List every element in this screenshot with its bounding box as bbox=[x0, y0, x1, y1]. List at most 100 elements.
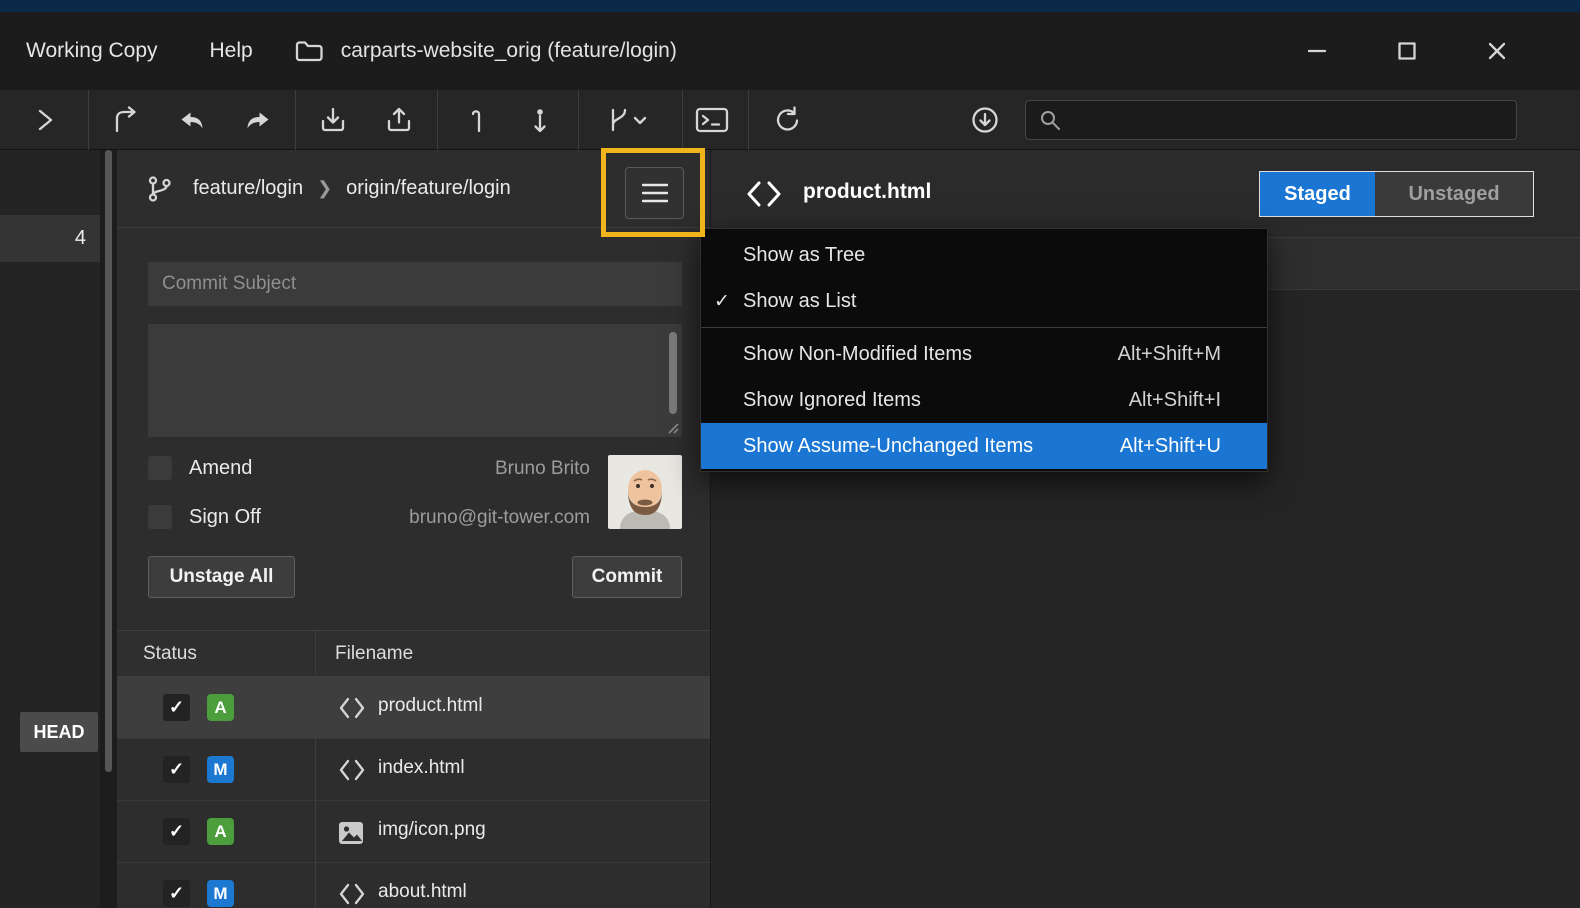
toolbar-separator bbox=[682, 90, 683, 150]
menu-shortcut: Alt+Shift+U bbox=[1120, 435, 1221, 458]
minimize-icon[interactable] bbox=[1294, 28, 1340, 74]
toolbar bbox=[0, 90, 1580, 150]
commit-button[interactable]: Commit bbox=[572, 556, 682, 598]
window-title: carparts-website_orig (feature/login) bbox=[341, 39, 677, 63]
menu-shortcut: Alt+Shift+M bbox=[1118, 343, 1221, 366]
sign-off-checkbox[interactable] bbox=[148, 505, 172, 529]
code-file-icon bbox=[337, 882, 367, 906]
stage-checkbox[interactable]: ✓ bbox=[163, 694, 190, 721]
menu-item-label: Show Assume-Unchanged Items bbox=[743, 435, 1033, 458]
file-row-index[interactable]: ✓ M index.html bbox=[117, 739, 710, 801]
stash-pop-icon[interactable] bbox=[512, 90, 568, 150]
stash-icon[interactable] bbox=[447, 90, 503, 150]
toolbar-separator bbox=[88, 90, 89, 150]
commit-graph-rail: 4 HEAD bbox=[0, 150, 100, 908]
merge-icon[interactable] bbox=[230, 90, 286, 150]
titlebar: Working Copy Help carparts-website_orig … bbox=[0, 12, 1580, 90]
menu-item-label: Show Ignored Items bbox=[743, 389, 921, 412]
menu-item-show-assume-unchanged[interactable]: Show Assume-Unchanged Items Alt+Shift+U bbox=[701, 423, 1267, 469]
refresh-icon[interactable] bbox=[759, 90, 815, 150]
menu-item-show-as-list[interactable]: ✓ Show as List bbox=[701, 278, 1267, 324]
compare-branches-icon[interactable] bbox=[590, 90, 660, 150]
commit-message-wrap bbox=[148, 324, 682, 437]
pull-icon[interactable] bbox=[305, 90, 361, 150]
author-email: bruno@git-tower.com bbox=[290, 507, 590, 529]
amend-checkbox[interactable] bbox=[148, 456, 172, 480]
toolbar-separator bbox=[578, 90, 579, 150]
head-ref-badge: HEAD bbox=[20, 712, 98, 752]
breadcrumb-chevron: ❯ bbox=[317, 178, 332, 199]
toolbar-separator bbox=[437, 90, 438, 150]
maximize-icon[interactable] bbox=[1384, 28, 1430, 74]
menu-separator bbox=[701, 327, 1267, 328]
toolbar-separator bbox=[748, 90, 749, 150]
fetch-icon[interactable] bbox=[957, 90, 1013, 150]
search-icon bbox=[1038, 108, 1062, 132]
detail-header: product.html Staged Unstaged bbox=[711, 150, 1580, 238]
file-name: product.html bbox=[378, 695, 483, 717]
column-header-filename: Filename bbox=[335, 643, 413, 665]
file-list: ✓ A product.html ✓ M index.html ✓ A bbox=[117, 677, 710, 908]
code-file-icon bbox=[744, 179, 784, 209]
tower-app-window: Working Copy Help carparts-website_orig … bbox=[0, 0, 1580, 908]
checkout-icon[interactable] bbox=[97, 90, 153, 150]
window-accent-strip bbox=[0, 0, 1580, 12]
image-file-icon bbox=[337, 820, 365, 846]
folder-icon bbox=[293, 36, 325, 66]
commit-message-input[interactable] bbox=[148, 324, 682, 437]
stage-checkbox[interactable]: ✓ bbox=[163, 756, 190, 783]
checkmark-icon: ✓ bbox=[714, 290, 730, 313]
author-avatar bbox=[608, 455, 682, 529]
staged-toggle: Staged Unstaged bbox=[1259, 171, 1534, 217]
graph-scrollbar-thumb[interactable] bbox=[105, 150, 112, 772]
menu-working-copy[interactable]: Working Copy bbox=[16, 33, 168, 69]
file-table-header: Status Filename bbox=[117, 630, 710, 677]
undo-icon[interactable] bbox=[164, 90, 220, 150]
status-badge-modified: M bbox=[207, 880, 234, 907]
code-file-icon bbox=[337, 758, 367, 782]
column-divider bbox=[315, 630, 316, 908]
search-input[interactable] bbox=[1062, 101, 1516, 139]
menu-item-show-non-modified[interactable]: Show Non-Modified Items Alt+Shift+M bbox=[701, 331, 1267, 377]
unstage-all-button[interactable]: Unstage All bbox=[148, 556, 295, 598]
toolbar-separator bbox=[295, 90, 296, 150]
author-name: Bruno Brito bbox=[330, 458, 590, 480]
status-badge-added: A bbox=[207, 694, 234, 721]
stage-checkbox[interactable]: ✓ bbox=[163, 880, 190, 907]
annotation-highlight-box bbox=[601, 148, 705, 237]
graph-scrollbar bbox=[100, 150, 117, 908]
detail-file-title: product.html bbox=[803, 180, 931, 204]
working-copy-panel: feature/login ❯ origin/feature/login Ame… bbox=[117, 150, 710, 908]
file-name: img/icon.png bbox=[378, 819, 486, 841]
branch-icon bbox=[145, 174, 175, 204]
commit-count-row[interactable]: 4 bbox=[0, 215, 100, 262]
menu-help[interactable]: Help bbox=[200, 33, 263, 69]
stage-checkbox[interactable]: ✓ bbox=[163, 818, 190, 845]
status-badge-added: A bbox=[207, 818, 234, 845]
close-icon[interactable] bbox=[1474, 28, 1520, 74]
menu-item-label: Show as Tree bbox=[743, 244, 865, 267]
file-row-icon-png[interactable]: ✓ A img/icon.png bbox=[117, 801, 710, 863]
terminal-icon[interactable] bbox=[684, 90, 740, 150]
resize-handle[interactable] bbox=[665, 420, 679, 434]
view-options-context-menu: Show as Tree ✓ Show as List Show Non-Mod… bbox=[700, 228, 1268, 472]
remote-branch-name[interactable]: origin/feature/login bbox=[346, 177, 511, 200]
file-row-product[interactable]: ✓ A product.html bbox=[117, 677, 710, 739]
file-row-about[interactable]: ✓ M about.html bbox=[117, 863, 710, 908]
commit-subject-input[interactable] bbox=[148, 262, 682, 306]
code-file-icon bbox=[337, 696, 367, 720]
message-scrollbar-thumb[interactable] bbox=[669, 332, 677, 414]
tab-staged[interactable]: Staged bbox=[1260, 172, 1375, 216]
menu-item-show-ignored[interactable]: Show Ignored Items Alt+Shift+I bbox=[701, 377, 1267, 423]
expand-chevron-icon[interactable] bbox=[17, 90, 73, 150]
sign-off-label: Sign Off bbox=[189, 506, 261, 529]
amend-label: Amend bbox=[189, 457, 252, 480]
status-badge-modified: M bbox=[207, 756, 234, 783]
menu-item-show-as-tree[interactable]: Show as Tree bbox=[701, 232, 1267, 278]
tab-unstaged[interactable]: Unstaged bbox=[1375, 172, 1533, 216]
menu-item-label: Show Non-Modified Items bbox=[743, 343, 972, 366]
local-branch-name[interactable]: feature/login bbox=[193, 177, 303, 200]
menu-item-label: Show as List bbox=[743, 290, 856, 313]
file-name: about.html bbox=[378, 881, 467, 903]
push-icon[interactable] bbox=[371, 90, 427, 150]
